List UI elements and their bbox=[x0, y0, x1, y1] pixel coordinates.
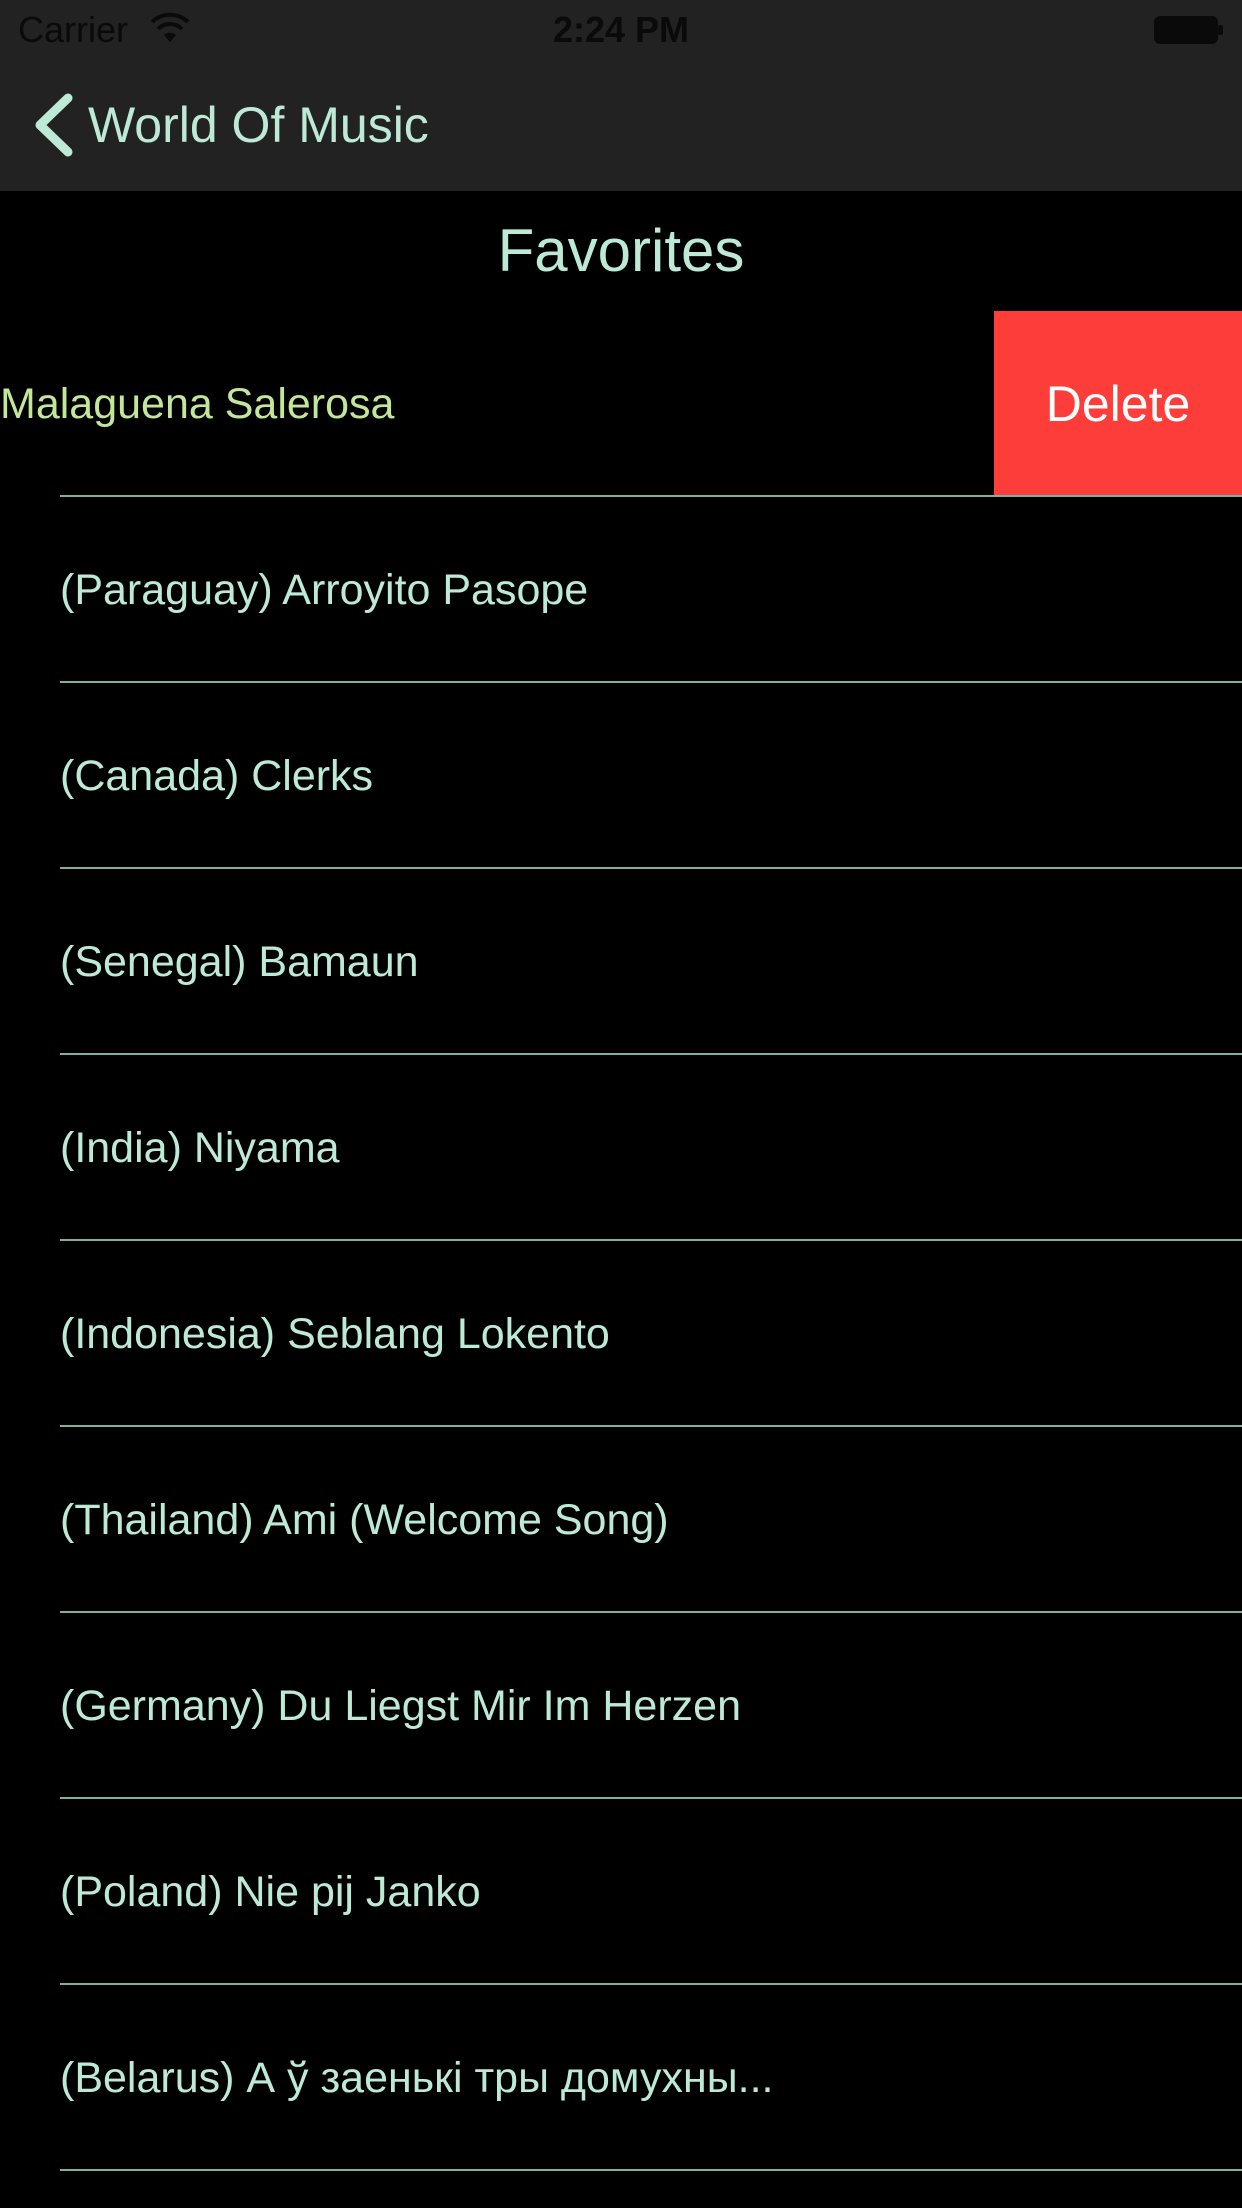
list-item[interactable]: (Canada) Clerks bbox=[0, 683, 1242, 869]
status-bar: Carrier 2:24 PM bbox=[0, 0, 1242, 60]
list-item-label: (Paraguay) Arroyito Pasope bbox=[60, 566, 589, 614]
status-time: 2:24 PM bbox=[552, 9, 690, 50]
chevron-left-icon bbox=[35, 93, 73, 157]
list-item-label: (Poland) Nie pij Janko bbox=[60, 1868, 481, 1916]
list-item[interactable]: (Thailand) Ami (Welcome Song) bbox=[0, 1427, 1242, 1613]
top-bar: Carrier 2:24 PM World Of Music bbox=[0, 0, 1242, 191]
navigation-bar: World Of Music bbox=[0, 60, 1242, 191]
list-item[interactable]: (Poland) Nie pij Janko bbox=[0, 1799, 1242, 1985]
list-item-label: (Indonesia) Seblang Lokento bbox=[60, 1310, 610, 1358]
back-button-label: World Of Music bbox=[88, 97, 429, 153]
list-item-swiped[interactable]: Malaguena Salerosa Delete bbox=[0, 311, 1242, 497]
list-item[interactable]: (Germany) Du Liegst Mir Im Herzen bbox=[0, 1613, 1242, 1799]
list-item-label: (Germany) Du Liegst Mir Im Herzen bbox=[60, 1682, 741, 1730]
list-item[interactable]: (Senegal) Bamaun bbox=[0, 869, 1242, 1055]
list-item[interactable]: (India) Niyama bbox=[0, 1055, 1242, 1241]
list-item[interactable]: (Belarus) А ў заенькі тры домухны... bbox=[0, 1985, 1242, 2171]
delete-button[interactable]: Delete bbox=[994, 311, 1242, 497]
row-separator bbox=[60, 2169, 1242, 2171]
section-title: Favorites bbox=[497, 217, 745, 284]
list-item-label: Malaguena Salerosa bbox=[0, 380, 395, 428]
list-item-label: (Canada) Clerks bbox=[60, 752, 374, 800]
list-item-label: (Senegal) Bamaun bbox=[60, 938, 419, 986]
list-item[interactable]: (Paraguay) Arroyito Pasope bbox=[0, 497, 1242, 683]
list-item[interactable]: (Indonesia) Seblang Lokento bbox=[0, 1241, 1242, 1427]
list-item-label: (India) Niyama bbox=[60, 1124, 340, 1172]
battery-icon bbox=[1154, 16, 1223, 44]
favorites-screen: Carrier 2:24 PM World Of Music Favorites bbox=[0, 0, 1242, 2208]
back-button[interactable]: World Of Music bbox=[30, 90, 429, 160]
list-item-label: (Belarus) А ў заенькі тры домухны... bbox=[60, 2054, 774, 2102]
list-item-label: (Thailand) Ami (Welcome Song) bbox=[60, 1496, 669, 1544]
